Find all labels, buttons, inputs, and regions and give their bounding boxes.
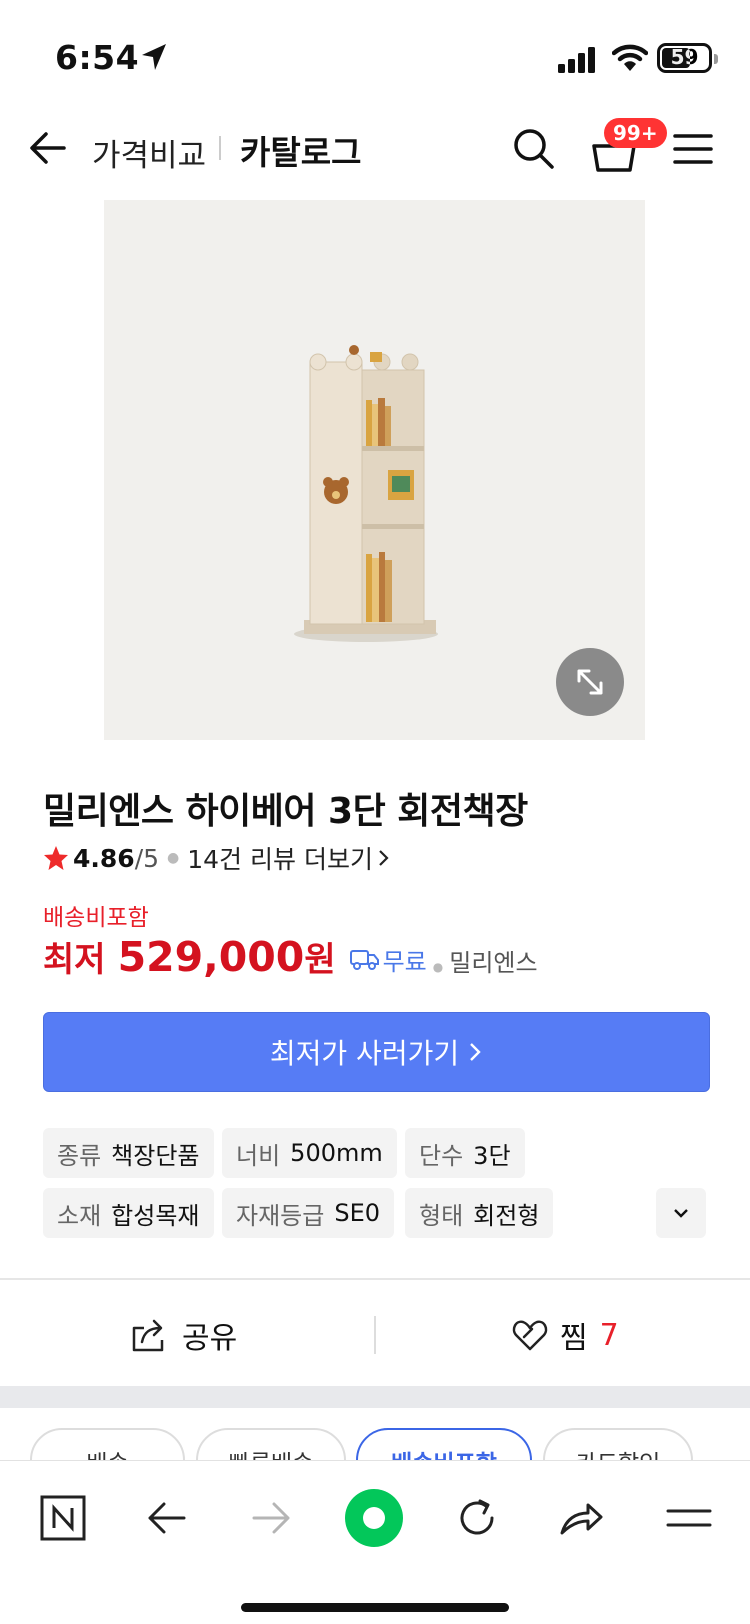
- separator-dot: ●: [432, 960, 444, 974]
- spec-chip-tiers: 단수 3단: [405, 1128, 525, 1178]
- location-arrow-icon: [142, 44, 166, 70]
- rating-max: /5: [134, 843, 160, 873]
- spec-chip-material: 소재 합성목재: [43, 1188, 214, 1238]
- spec-value: 책장단품: [111, 1141, 200, 1170]
- separator-dot: ●: [167, 850, 180, 866]
- filter-chip-delivery[interactable]: 배송: [30, 1428, 185, 1460]
- product-title: 밀리엔스 하이베어 3단 회전책장: [43, 791, 528, 832]
- section-gap: [0, 1386, 750, 1408]
- browser-menu-icon[interactable]: [664, 1493, 714, 1543]
- filter-chip-shipping-included[interactable]: 배송비포함: [356, 1428, 532, 1460]
- share-label: 공유: [182, 1321, 238, 1356]
- spec-key: 단수: [419, 1141, 464, 1170]
- spec-value: 회전형: [473, 1201, 540, 1230]
- status-bar: 6:54 59: [0, 0, 750, 110]
- browser-back-icon[interactable]: [142, 1493, 192, 1543]
- hamburger-menu-icon[interactable]: [673, 132, 713, 166]
- wifi-icon: [612, 44, 648, 71]
- filter-chip-label: 배송: [86, 1444, 128, 1460]
- free-shipping-label: 무료: [382, 947, 427, 976]
- breadcrumb-price-compare[interactable]: 가격비교: [92, 130, 206, 175]
- filter-chip-label: 배송비포함: [391, 1444, 497, 1460]
- spec-key: 종류: [57, 1141, 102, 1170]
- buy-button-label: 최저가 사러가기: [269, 1037, 460, 1070]
- spec-chip-width: 너비 500mm: [222, 1128, 397, 1178]
- truck-icon: [349, 950, 379, 970]
- expand-icon: [577, 669, 603, 695]
- action-divider: [374, 1316, 376, 1354]
- battery-icon: 59: [657, 43, 718, 73]
- price-prefix: 최저: [43, 940, 106, 980]
- chevron-down-icon: [674, 1209, 688, 1218]
- spec-chip-grade: 자재등급 SE0: [222, 1188, 394, 1238]
- refresh-icon[interactable]: [452, 1493, 502, 1543]
- shipping-included-label: 배송비포함: [43, 905, 149, 931]
- spec-value: 3단: [473, 1141, 511, 1170]
- share-icon: [132, 1319, 164, 1352]
- price-unit: 원: [304, 940, 336, 980]
- breadcrumb-divider: [219, 136, 221, 160]
- filter-chip-row: 배송 빠른배송 배송비포함 카드할인: [0, 1408, 750, 1460]
- spec-value: SE0: [334, 1199, 380, 1227]
- specs-expand-button[interactable]: [656, 1188, 706, 1238]
- section-divider: [0, 1278, 750, 1280]
- naver-n-icon[interactable]: [38, 1493, 88, 1543]
- spec-value: 500mm: [290, 1139, 383, 1167]
- spec-key: 소재: [57, 1201, 102, 1230]
- chevron-right-icon: [470, 1043, 481, 1061]
- cellular-signal-icon: [558, 47, 595, 73]
- spec-key: 자재등급: [236, 1201, 325, 1230]
- filter-chip-label: 카드할인: [576, 1444, 661, 1460]
- filter-chip-fast-delivery[interactable]: 빠른배송: [196, 1428, 346, 1460]
- rating-row: 4.86 /5 ● 14건 리뷰 더보기: [43, 840, 391, 876]
- zzim-count: 7: [599, 1317, 619, 1353]
- price-row: 최저 529,000 원 무료 ● 밀리엔스: [43, 932, 538, 984]
- filter-chip-card-discount[interactable]: 카드할인: [543, 1428, 693, 1460]
- price-value: 529,000: [117, 933, 305, 981]
- breadcrumb-catalog[interactable]: 카탈로그: [240, 126, 361, 174]
- buy-lowest-price-button[interactable]: 최저가 사러가기: [43, 1012, 710, 1092]
- app-header: 가격비교 카탈로그 99+: [0, 110, 750, 200]
- search-icon[interactable]: [512, 127, 556, 171]
- home-indicator: [241, 1603, 509, 1612]
- review-more-link[interactable]: 14건 리뷰 더보기: [187, 840, 373, 876]
- spec-chip-shape: 형태 회전형: [405, 1188, 554, 1238]
- share-arrow-icon[interactable]: [556, 1493, 606, 1543]
- free-shipping: 무료: [349, 942, 427, 977]
- zzim-button[interactable]: 찜 7: [512, 1310, 619, 1360]
- status-time: 6:54: [55, 38, 140, 77]
- browser-forward-icon[interactable]: [246, 1493, 296, 1543]
- share-button[interactable]: 공유: [130, 1310, 237, 1360]
- cart-count-badge: 99+: [604, 118, 667, 148]
- heart-icon: [512, 1320, 548, 1351]
- rating-score: 4.86: [73, 843, 135, 873]
- spec-chip-type: 종류 책장단품: [43, 1128, 214, 1178]
- seller-name[interactable]: 밀리엔스: [449, 943, 537, 978]
- chevron-right-icon: [379, 850, 389, 866]
- expand-image-button[interactable]: [556, 648, 624, 716]
- zzim-label: 찜: [560, 1321, 588, 1356]
- battery-percent: 59: [670, 45, 699, 69]
- back-arrow-icon[interactable]: [28, 128, 68, 168]
- browser-toolbar: [0, 1460, 750, 1624]
- spec-key: 형태: [419, 1201, 464, 1230]
- filter-chip-label: 빠른배송: [229, 1444, 314, 1460]
- naver-green-dot-icon[interactable]: [343, 1487, 405, 1549]
- spec-key: 너비: [236, 1141, 281, 1170]
- star-icon: [44, 846, 68, 870]
- spec-value: 합성목재: [111, 1201, 200, 1230]
- product-image[interactable]: [104, 200, 645, 740]
